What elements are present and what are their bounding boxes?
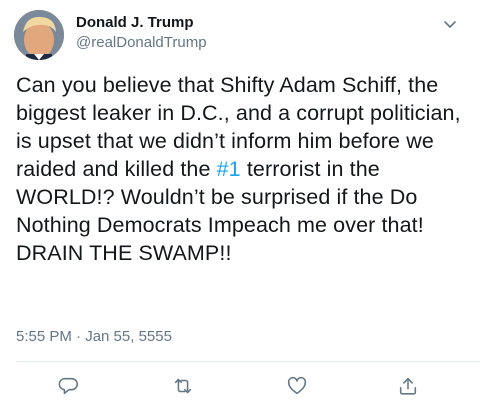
author-info: Donald J. Trump @realDonaldTrump: [76, 14, 207, 53]
retweet-icon: [174, 378, 192, 394]
share-button[interactable]: [394, 372, 422, 400]
chevron-down-icon[interactable]: [442, 16, 458, 32]
user-handle[interactable]: @realDonaldTrump: [76, 33, 207, 53]
share-icon: [399, 377, 417, 395]
action-bar: [0, 372, 480, 400]
reply-icon: [58, 377, 78, 395]
hashtag-link[interactable]: #1: [217, 157, 241, 181]
tweet-timestamp[interactable]: 5:55 PM · Jan 55, 5555: [16, 328, 172, 346]
reply-button[interactable]: [55, 372, 83, 400]
like-button[interactable]: [283, 372, 311, 400]
display-name[interactable]: Donald J. Trump: [76, 14, 207, 32]
heart-icon: [287, 376, 307, 395]
tweet-card: Donald J. Trump @realDonaldTrump Can you…: [0, 0, 480, 410]
retweet-button[interactable]: [169, 372, 197, 400]
avatar-image: [14, 10, 64, 60]
tweet-text: Can you believe that Shifty Adam Schiff,…: [16, 71, 468, 267]
divider: [16, 361, 480, 362]
avatar[interactable]: [14, 10, 64, 60]
